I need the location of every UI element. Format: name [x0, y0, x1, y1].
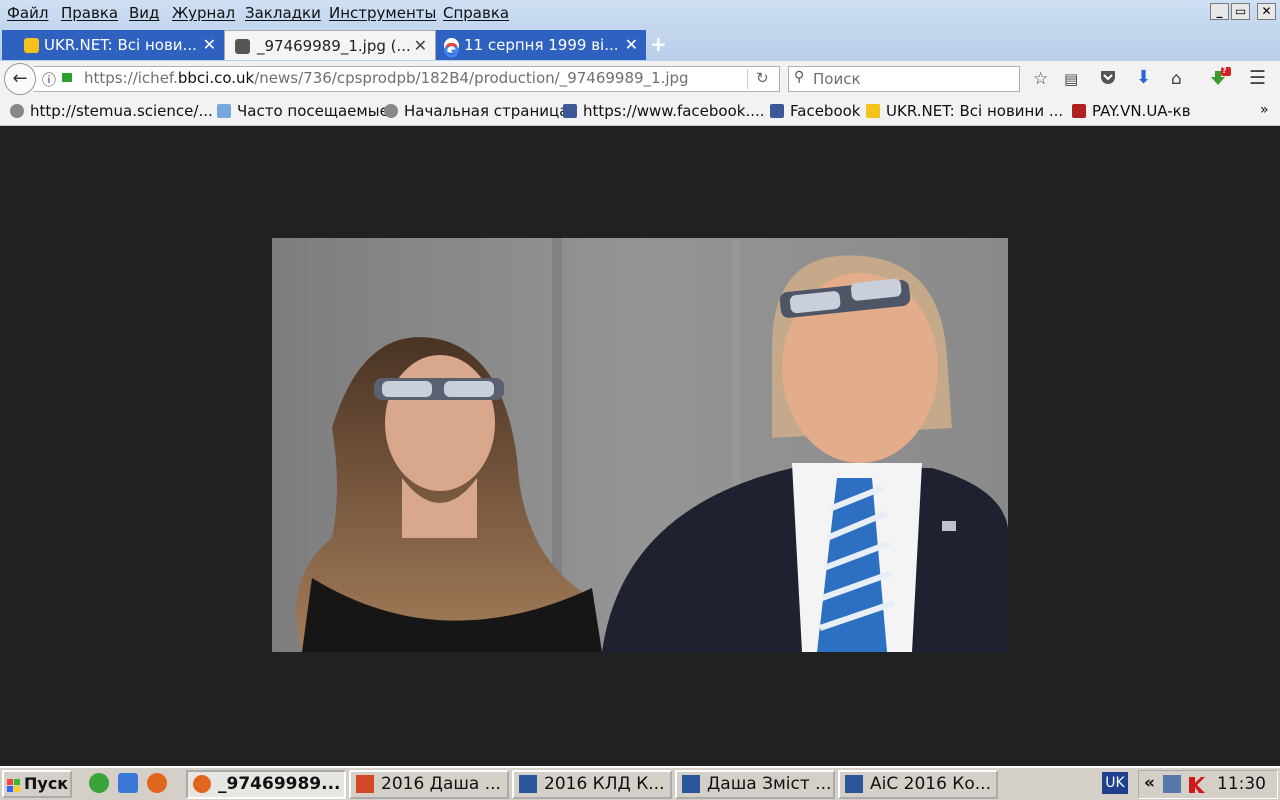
bookmark-star-icon[interactable]: ☆	[1033, 69, 1048, 89]
addon-download-icon[interactable]	[1209, 67, 1231, 94]
globe-icon	[10, 104, 24, 118]
new-tab-button[interactable]: +	[650, 32, 667, 56]
powerpoint-icon	[356, 775, 374, 793]
system-tray: « 11:30	[1138, 770, 1278, 799]
task-powerpoint[interactable]: 2016 Даша ...	[349, 770, 509, 799]
back-button[interactable]: ←	[4, 63, 36, 95]
url-bar[interactable]: ⓘ https://ichef.bbci.co.uk/news/736/cpsp…	[34, 66, 780, 92]
menu-view[interactable]: Вид	[129, 4, 159, 22]
menu-help[interactable]: Справка	[443, 4, 509, 22]
search-input[interactable]: ⚲ Поиск	[788, 66, 1020, 92]
firefox-icon	[193, 775, 211, 793]
start-label: Пуск	[24, 774, 69, 793]
task-label: АіС 2016 Ко...	[870, 774, 991, 794]
bookmark-ukrnet[interactable]: UKR.NET: Всі новини ...	[866, 102, 1063, 120]
bookmark-stemua[interactable]: http://stemua.science/...	[10, 102, 213, 120]
search-icon: ⚲	[794, 69, 805, 85]
task-label: _97469989...	[218, 774, 341, 794]
network-icon[interactable]	[1163, 775, 1181, 793]
media-player-icon[interactable]	[89, 773, 109, 793]
reading-list-icon[interactable]: ▤	[1064, 70, 1078, 88]
bookmarks-overflow-button[interactable]: »	[1260, 102, 1269, 118]
clock: 11:30	[1217, 774, 1266, 794]
antivirus-icon[interactable]	[1187, 775, 1205, 793]
bookmark-start-page[interactable]: Начальная страница	[384, 102, 568, 120]
firefox-quicklaunch-icon[interactable]	[147, 773, 167, 793]
pay-icon	[1072, 104, 1086, 118]
facebook-icon	[563, 104, 577, 118]
menu-edit[interactable]: Правка	[61, 4, 118, 22]
language-indicator[interactable]: UK	[1102, 772, 1128, 794]
task-label: 2016 КЛД К...	[544, 774, 665, 794]
folder-icon	[217, 104, 231, 118]
start-button[interactable]: Пуск	[2, 770, 72, 798]
search-placeholder: Поиск	[813, 70, 861, 88]
close-tab-icon[interactable]: ✕	[203, 30, 216, 60]
task-word-3[interactable]: АіС 2016 Ко...	[838, 770, 998, 799]
restore-button[interactable]: ▭	[1231, 3, 1250, 20]
menu-bookmarks[interactable]: Закладки	[245, 4, 321, 22]
word-icon	[845, 775, 863, 793]
bookmark-facebook[interactable]: Facebook	[770, 102, 860, 120]
task-word-2[interactable]: Даша Зміст ...	[675, 770, 835, 799]
tab-image[interactable]: _97469989_1.jpg (... ✕	[224, 30, 436, 60]
tab-title: 11 серпня 1999 ві...	[464, 36, 619, 54]
google-icon	[444, 38, 459, 58]
url-text[interactable]: https://ichef.bbci.co.uk/news/736/cpspro…	[84, 69, 689, 87]
tab-title: UKR.NET: Всі нови...	[44, 36, 197, 54]
close-tab-icon[interactable]: ✕	[625, 30, 638, 60]
ukrnet-icon	[866, 104, 880, 118]
bookmark-pay[interactable]: PAY.VN.UA-кв	[1072, 102, 1191, 120]
pocket-icon[interactable]	[1099, 68, 1117, 91]
navigation-bar: ⓘ https://ichef.bbci.co.uk/news/736/cpsp…	[0, 61, 1280, 99]
image-thumbnail-icon	[235, 39, 250, 54]
home-icon[interactable]: ⌂	[1171, 69, 1182, 89]
task-label: Даша Зміст ...	[707, 774, 832, 794]
tab-ukrnet[interactable]: UKR.NET: Всі нови... ✕	[2, 30, 224, 60]
info-icon[interactable]: ⓘ	[42, 70, 56, 90]
tray-expand-button[interactable]: «	[1144, 773, 1155, 793]
tab-title: _97469989_1.jpg (...	[257, 37, 411, 55]
word-icon	[519, 775, 537, 793]
minimize-button[interactable]: _	[1210, 3, 1229, 20]
menu-tools[interactable]: Инструменты	[329, 4, 436, 22]
menu-file[interactable]: Файл	[7, 4, 48, 22]
bookmark-most-visited[interactable]: Часто посещаемые	[217, 102, 389, 120]
reload-icon[interactable]: ↻	[756, 69, 769, 87]
bookmark-facebook-url[interactable]: https://www.facebook....	[563, 102, 765, 120]
addon-badge: ?	[1222, 66, 1227, 75]
facebook-icon	[770, 104, 784, 118]
close-window-button[interactable]: ✕	[1257, 3, 1276, 20]
show-desktop-icon[interactable]	[118, 773, 138, 793]
downloads-icon[interactable]: ⬇	[1136, 67, 1151, 88]
windows-logo-icon	[7, 776, 21, 792]
bookmarks-toolbar: http://stemua.science/... Часто посещаем…	[0, 98, 1280, 126]
close-tab-icon[interactable]: ✕	[414, 31, 427, 60]
menu-bar: Файл Правка Вид Журнал Закладки Инструме…	[0, 0, 1280, 28]
tab-strip: UKR.NET: Всі нови... ✕ _97469989_1.jpg (…	[0, 28, 1280, 61]
taskbar: Пуск _97469989... 2016 Даша ... 2016 КЛД…	[0, 766, 1280, 800]
menu-history[interactable]: Журнал	[172, 4, 235, 22]
task-word-1[interactable]: 2016 КЛД К...	[512, 770, 672, 799]
task-label: 2016 Даша ...	[381, 774, 501, 794]
globe-icon	[384, 104, 398, 118]
viewed-image[interactable]	[272, 238, 1008, 652]
hamburger-menu-icon[interactable]: ☰	[1249, 67, 1266, 89]
tab-google[interactable]: 11 серпня 1999 ві... ✕	[436, 30, 646, 60]
lock-icon	[62, 73, 72, 82]
ukrnet-icon	[24, 38, 39, 53]
word-icon	[682, 775, 700, 793]
task-firefox[interactable]: _97469989...	[186, 770, 346, 799]
